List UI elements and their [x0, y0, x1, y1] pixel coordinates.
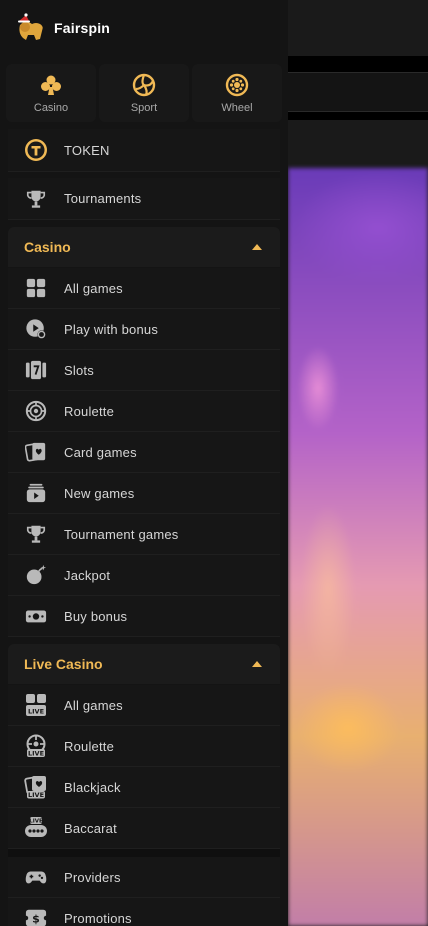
roulette-icon	[24, 399, 48, 423]
clubs-icon	[38, 72, 64, 98]
menu-item-buy-bonus[interactable]: Buy bonus	[8, 596, 280, 637]
wheel-icon	[224, 72, 250, 98]
live-cards-icon: LIVE	[24, 775, 48, 799]
menu-item-label: Blackjack	[64, 779, 121, 795]
menu-item-jackpot[interactable]: Jackpot	[8, 555, 280, 596]
menu-item-roulette[interactable]: Roulette	[8, 391, 280, 432]
menu-item-label: Roulette	[64, 738, 115, 754]
menu-item-providers[interactable]: Providers	[8, 857, 280, 898]
svg-text:LIVE: LIVE	[28, 708, 44, 716]
menu-item-label: TOKEN	[64, 142, 110, 158]
menu-item-live-baccarat[interactable]: LIVE Baccarat	[8, 808, 280, 849]
menu-item-live-blackjack[interactable]: LIVE Blackjack	[8, 767, 280, 808]
menu-item-all-games[interactable]: All games	[8, 268, 280, 309]
menu-item-slots[interactable]: Slots	[8, 350, 280, 391]
quick-tile-wheel[interactable]: Wheel	[192, 64, 282, 122]
menu-header: Fairspin	[0, 0, 288, 56]
volleyball-icon	[131, 72, 157, 98]
brand-name[interactable]: Fairspin	[54, 20, 110, 36]
quick-tile-sport[interactable]: Sport	[99, 64, 189, 122]
svg-text:LIVE: LIVE	[28, 791, 44, 799]
menu-item-label: New games	[64, 485, 135, 501]
menu-item-label: All games	[64, 697, 123, 713]
section-title: Live Casino	[24, 656, 103, 672]
new-games-icon	[24, 481, 48, 505]
section-title: Casino	[24, 239, 71, 255]
quick-tiles: Casino Sport Wheel	[6, 64, 282, 122]
svg-text:LIVE: LIVE	[29, 819, 43, 825]
svg-text:$: $	[32, 913, 40, 926]
quick-tile-label: Sport	[130, 102, 158, 114]
trophy-icon	[24, 522, 48, 546]
menu-item-label: Tournaments	[64, 191, 142, 206]
side-menu: Fairspin Casino Sport Wheel TOKEN Tourna…	[0, 0, 288, 926]
menu-item-live-all-games[interactable]: LIVE All games	[8, 685, 280, 726]
token-icon	[24, 138, 48, 162]
quick-tile-casino[interactable]: Casino	[6, 64, 96, 122]
menu-item-label: All games	[64, 280, 123, 296]
menu-item-label: Tournament games	[64, 526, 179, 542]
trophy-icon	[24, 187, 48, 211]
menu-item-play-with-bonus[interactable]: Play with bonus	[8, 309, 280, 350]
section-casino-header[interactable]: Casino	[8, 227, 280, 267]
menu-item-new-games[interactable]: New games	[8, 473, 280, 514]
menu-item-token[interactable]: TOKEN	[8, 129, 280, 172]
hero-banner[interactable]	[288, 168, 428, 926]
menu-item-tournaments[interactable]: Tournaments	[8, 178, 280, 220]
chevron-up-icon[interactable]	[252, 244, 262, 250]
menu-item-label: Providers	[64, 869, 121, 885]
promo-icon: $	[24, 906, 48, 926]
section-live-casino-header[interactable]: Live Casino	[8, 644, 280, 684]
cash-icon	[24, 604, 48, 628]
svg-text:LIVE: LIVE	[28, 749, 44, 757]
menu-item-label: Buy bonus	[64, 608, 128, 624]
quick-tile-label: Casino	[33, 102, 69, 114]
live-roulette-icon: LIVE	[24, 734, 48, 758]
menu-item-label: Play with bonus	[64, 321, 159, 337]
chevron-up-icon[interactable]	[252, 661, 262, 667]
search-bar-area[interactable]	[288, 72, 428, 112]
menu-item-label: Jackpot	[64, 567, 111, 583]
bomb-icon	[24, 563, 48, 587]
menu-item-tournament-games[interactable]: Tournament games	[8, 514, 280, 555]
quick-tile-label: Wheel	[221, 102, 253, 114]
menu-item-label: Slots	[64, 362, 94, 378]
menu-item-label: Baccarat	[64, 820, 117, 836]
menu-item-promotions[interactable]: $ Promotions	[8, 898, 280, 926]
live-grid-icon: LIVE	[24, 693, 48, 717]
play-bonus-icon	[24, 317, 48, 341]
gamepad-icon	[24, 865, 48, 889]
lion-logo-icon[interactable]	[14, 13, 48, 43]
cards-icon	[24, 440, 48, 464]
menu-item-label: Promotions	[64, 910, 132, 926]
grid-icon	[24, 276, 48, 300]
menu-item-label: Roulette	[64, 403, 115, 419]
menu-item-live-roulette[interactable]: LIVE Roulette	[8, 726, 280, 767]
slots-icon	[24, 358, 48, 382]
menu-item-label: Card games	[64, 444, 137, 460]
menu-divider	[8, 849, 280, 857]
live-baccarat-icon: LIVE	[24, 816, 48, 840]
menu-item-card-games[interactable]: Card games	[8, 432, 280, 473]
